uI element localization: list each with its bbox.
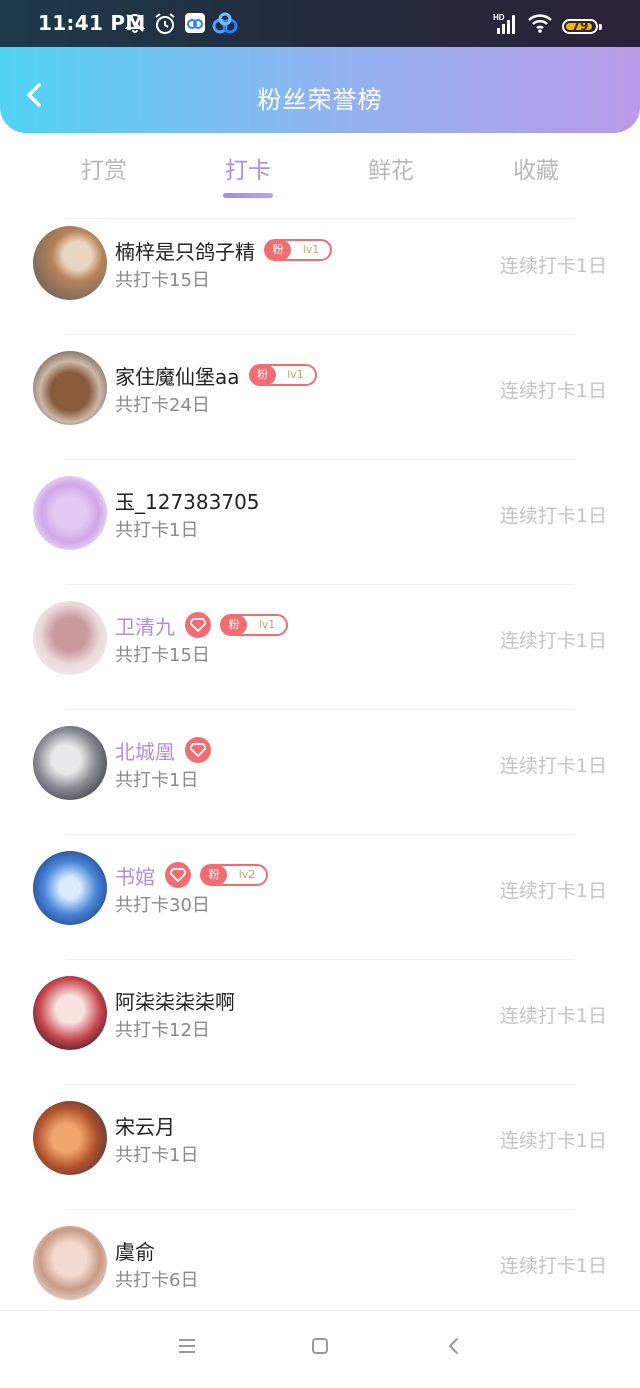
list-item[interactable]: 北城凰 共打卡1日 连续打卡1日 (0, 718, 640, 843)
tab-reward[interactable]: 打赏 (64, 151, 144, 185)
list-item[interactable]: 书婠 粉 lv2 共打卡30日 连续打卡1日 (0, 843, 640, 968)
user-name: 书婠 (115, 864, 155, 889)
list-item[interactable]: 阿柒柒柒柒啊 共打卡12日 连续打卡1日 (0, 968, 640, 1093)
avatar[interactable] (33, 1101, 107, 1175)
streak-text: 连续打卡1日 (499, 505, 607, 527)
user-name: 虞俞 (115, 1239, 155, 1264)
total-checkins: 共打卡24日 (115, 395, 210, 416)
avatar[interactable] (33, 351, 107, 425)
battery-icon: 79 (562, 19, 598, 34)
user-name: 北城凰 (115, 739, 175, 764)
total-checkins: 共打卡6日 (115, 1270, 199, 1291)
avatar[interactable] (33, 476, 107, 550)
streak-text: 连续打卡1日 (499, 880, 607, 902)
battery-level: 79 (571, 19, 589, 33)
total-checkins: 共打卡15日 (115, 270, 210, 291)
bell-off-icon (124, 13, 146, 33)
status-bar: 11:41 PM HD 79 (0, 0, 640, 47)
streak-text: 连续打卡1日 (499, 1005, 607, 1027)
wifi-icon (528, 14, 552, 33)
list-item[interactable]: 家住魔仙堡aa 粉 lv1 共打卡24日 连续打卡1日 (0, 343, 640, 468)
cloud-app-icon (212, 12, 238, 34)
avatar[interactable] (33, 226, 107, 300)
streak-text: 连续打卡1日 (499, 755, 607, 777)
streak-text: 连续打卡1日 (499, 1130, 607, 1152)
tab-bar: 打赏 打卡 鲜花 收藏 (0, 133, 640, 203)
total-checkins: 共打卡1日 (115, 1145, 199, 1166)
user-name: 玉_127383705 (115, 489, 260, 514)
diamond-icon (185, 737, 211, 763)
tab-checkin[interactable]: 打卡 (208, 151, 288, 185)
streak-text: 连续打卡1日 (499, 380, 607, 402)
fan-level-badge: 粉 lv2 (200, 864, 268, 886)
diamond-icon (165, 862, 191, 888)
diamond-icon (185, 612, 211, 638)
total-checkins: 共打卡12日 (115, 1020, 210, 1041)
streak-text: 连续打卡1日 (499, 1255, 607, 1277)
list-item[interactable]: 卫清九 粉 lv1 共打卡15日 连续打卡1日 (0, 593, 640, 718)
fan-level-badge: 粉 lv1 (264, 239, 332, 261)
alarm-icon (155, 13, 175, 34)
avatar[interactable] (33, 851, 107, 925)
user-name: 楠梓是只鸽子精 (115, 239, 255, 264)
list-item[interactable]: 玉_127383705 共打卡1日 连续打卡1日 (0, 468, 640, 593)
avatar[interactable] (33, 726, 107, 800)
streak-text: 连续打卡1日 (499, 630, 607, 652)
total-checkins: 共打卡30日 (115, 895, 210, 916)
user-name: 宋云月 (115, 1114, 175, 1139)
total-checkins: 共打卡15日 (115, 645, 210, 666)
list-item[interactable]: 宋云月 共打卡1日 连续打卡1日 (0, 1093, 640, 1218)
list-item[interactable]: 楠梓是只鸽子精 粉 lv1 共打卡15日 连续打卡1日 (0, 218, 640, 343)
total-checkins: 共打卡1日 (115, 770, 199, 791)
svg-text:HD: HD (493, 13, 505, 22)
app-notification-icon (185, 13, 205, 33)
fan-level-badge: 粉 lv1 (220, 614, 288, 636)
back-icon[interactable] (446, 1337, 462, 1355)
user-name: 阿柒柒柒柒啊 (115, 989, 235, 1014)
system-nav-bar (0, 1310, 640, 1388)
active-tab-indicator (223, 193, 273, 198)
menu-icon[interactable] (177, 1337, 197, 1355)
tab-favorites[interactable]: 收藏 (496, 151, 576, 185)
home-icon[interactable] (311, 1337, 329, 1355)
user-name: 卫清九 (115, 614, 175, 639)
avatar[interactable] (33, 1226, 107, 1300)
tab-flowers[interactable]: 鲜花 (351, 151, 431, 185)
user-name: 家住魔仙堡aa (115, 364, 240, 389)
avatar[interactable] (33, 976, 107, 1050)
streak-text: 连续打卡1日 (499, 255, 607, 277)
fan-level-badge: 粉 lv1 (248, 364, 317, 386)
signal-icon: HD (493, 13, 515, 34)
page-title: 粉丝荣誉榜 (257, 86, 383, 114)
total-checkins: 共打卡1日 (115, 520, 199, 541)
avatar[interactable] (33, 601, 107, 675)
